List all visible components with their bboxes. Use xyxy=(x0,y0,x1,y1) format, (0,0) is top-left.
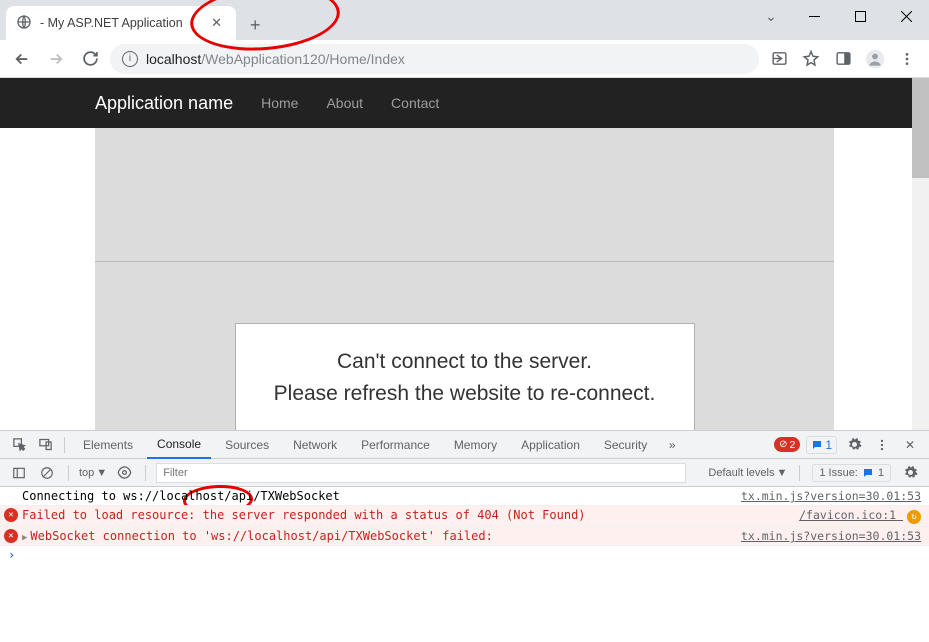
console-source-link[interactable]: /favicon.ico:1 ↻ xyxy=(799,508,921,524)
devtools-menu-icon[interactable] xyxy=(871,434,893,456)
message-badge[interactable]: 1 xyxy=(806,436,837,454)
error-icon: ✕ xyxy=(4,529,18,543)
forward-button[interactable] xyxy=(42,45,70,73)
more-tabs-icon[interactable]: » xyxy=(661,434,683,456)
nav-home[interactable]: Home xyxy=(261,95,298,111)
tab-sources[interactable]: Sources xyxy=(215,432,279,458)
console-message: Failed to load resource: the server resp… xyxy=(22,508,799,522)
browser-toolbar: i localhost/WebApplication120/Home/Index xyxy=(0,40,929,78)
tab-console[interactable]: Console xyxy=(147,431,211,459)
console-message: Connecting to ws://localhost/api/TXWebSo… xyxy=(22,489,741,503)
close-window-button[interactable] xyxy=(883,0,929,32)
page-scrollbar[interactable] xyxy=(912,78,929,430)
browser-tab[interactable]: - My ASP.NET Application ✕ xyxy=(6,6,236,40)
tab-title: - My ASP.NET Application xyxy=(40,16,183,30)
warn-icon: ↻ xyxy=(907,510,921,524)
address-bar[interactable]: i localhost/WebApplication120/Home/Index xyxy=(110,44,759,74)
new-tab-button[interactable]: + xyxy=(250,15,261,40)
console-settings-icon[interactable] xyxy=(899,462,921,484)
profile-icon[interactable] xyxy=(861,45,889,73)
tab-application[interactable]: Application xyxy=(511,432,590,458)
window-controls: ⌄ xyxy=(751,0,929,32)
share-icon[interactable] xyxy=(765,45,793,73)
context-select[interactable]: top ▼ xyxy=(79,467,107,479)
device-icon[interactable] xyxy=(34,434,56,456)
console-output: Connecting to ws://localhost/api/TXWebSo… xyxy=(0,487,929,642)
reload-button[interactable] xyxy=(76,45,104,73)
filter-input[interactable] xyxy=(156,463,686,483)
info-icon[interactable]: i xyxy=(122,51,138,67)
modal-line-1: Can't connect to the server. xyxy=(256,346,674,378)
nav-about[interactable]: About xyxy=(326,95,363,111)
browser-tab-bar: - My ASP.NET Application ✕ + ⌄ xyxy=(0,0,929,40)
console-source-link[interactable]: tx.min.js?version=30.01:53 xyxy=(741,529,921,543)
settings-icon[interactable] xyxy=(843,434,865,456)
menu-icon[interactable] xyxy=(893,45,921,73)
inspect-icon[interactable] xyxy=(8,434,30,456)
console-toolbar: top ▼ Default levels ▼ 1 Issue: 1 xyxy=(0,459,929,487)
console-source-link[interactable]: tx.min.js?version=30.01:53 xyxy=(741,489,921,503)
levels-select[interactable]: Default levels ▼ xyxy=(708,467,787,479)
page-content: Application name Home About Contact Can'… xyxy=(0,78,929,430)
console-message: ▶WebSocket connection to 'ws://localhost… xyxy=(22,529,741,543)
minimize-button[interactable] xyxy=(791,0,837,32)
console-line: Connecting to ws://localhost/api/TXWebSo… xyxy=(0,487,929,506)
tab-performance[interactable]: Performance xyxy=(351,432,440,458)
console-line-error: ✕ Failed to load resource: the server re… xyxy=(0,506,929,527)
error-icon: ✕ xyxy=(4,508,18,522)
maximize-button[interactable] xyxy=(837,0,883,32)
tab-network[interactable]: Network xyxy=(283,432,347,458)
back-button[interactable] xyxy=(8,45,36,73)
error-badge[interactable]: 2 xyxy=(774,437,800,452)
modal-line-2: Please refresh the website to re-connect… xyxy=(256,378,674,410)
devtools-tabs: Elements Console Sources Network Perform… xyxy=(0,431,929,459)
tab-security[interactable]: Security xyxy=(594,432,657,458)
site-navbar: Application name Home About Contact xyxy=(0,78,929,128)
tab-elements[interactable]: Elements xyxy=(73,432,143,458)
expand-arrow-icon[interactable]: ▶ xyxy=(22,533,27,543)
globe-icon xyxy=(16,14,32,33)
content-area: Can't connect to the server. Please refr… xyxy=(95,262,834,430)
connection-modal: Can't connect to the server. Please refr… xyxy=(235,323,695,430)
tab-memory[interactable]: Memory xyxy=(444,432,507,458)
console-line-error: ✕ ▶WebSocket connection to 'ws://localho… xyxy=(0,527,929,546)
url-text: localhost/WebApplication120/Home/Index xyxy=(146,51,405,67)
console-sidebar-icon[interactable] xyxy=(8,462,30,484)
issues-badge[interactable]: 1 Issue: 1 xyxy=(812,464,891,482)
live-expression-icon[interactable] xyxy=(113,462,135,484)
side-panel-icon[interactable] xyxy=(829,45,857,73)
bookmark-icon[interactable] xyxy=(797,45,825,73)
brand[interactable]: Application name xyxy=(95,93,233,114)
chevron-down-icon[interactable]: ⌄ xyxy=(751,0,791,32)
hero-area xyxy=(95,128,834,262)
clear-console-icon[interactable] xyxy=(36,462,58,484)
devtools-panel: Elements Console Sources Network Perform… xyxy=(0,430,929,642)
nav-contact[interactable]: Contact xyxy=(391,95,439,111)
devtools-close-icon[interactable]: ✕ xyxy=(899,434,921,456)
close-tab-icon[interactable]: ✕ xyxy=(207,13,226,33)
console-prompt[interactable]: › xyxy=(0,546,929,564)
